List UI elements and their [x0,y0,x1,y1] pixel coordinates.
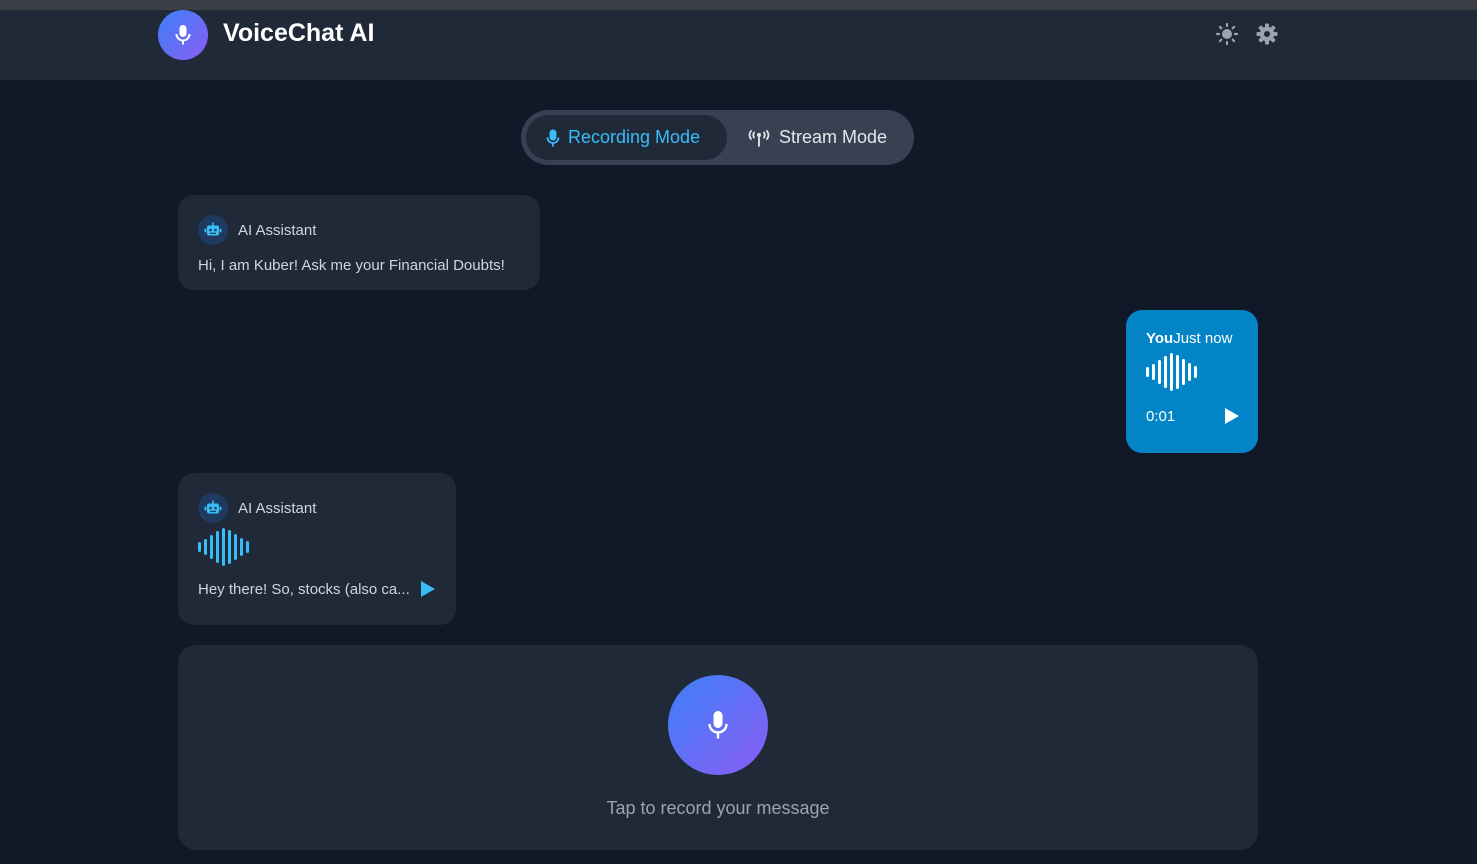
waveform-bar [204,539,207,555]
waveform-bar [228,530,231,564]
mode-toggle: Recording Mode Stream Mode [521,110,914,165]
robot-icon [198,215,228,245]
gear-icon[interactable] [1255,22,1279,46]
sun-icon[interactable] [1215,22,1239,46]
waveform-bar [216,531,219,563]
waveform-bar [198,542,201,552]
waveform-bar [1152,364,1155,380]
sender-name: AI Assistant [238,221,317,239]
waveform-bar [1194,366,1197,378]
recorder-panel: Tap to record your message [178,645,1258,850]
broadcast-tower-icon [748,129,770,147]
waveform-bar [1158,360,1161,384]
record-hint: Tap to record your message [606,798,830,818]
user-audio-message: YouJust now 0:01 [1126,310,1258,453]
record-button[interactable] [668,675,768,775]
waveform-bar [1164,356,1167,388]
waveform-bar [1170,353,1173,391]
stream-mode-button[interactable]: Stream Mode [741,115,906,160]
message-text: Hi, I am Kuber! Ask me your Financial Do… [198,257,505,274]
app-header: VoiceChat AI [0,10,1477,80]
app-title: VoiceChat AI [223,19,375,47]
waveform-bar [210,535,213,559]
waveform-bar [1182,359,1185,385]
app-logo [158,10,208,60]
waveform-bar [222,528,225,566]
microphone-icon [175,25,191,45]
microphone-icon [546,129,560,146]
message-timestamp: Just now [1173,330,1233,347]
ai-message: AI Assistant Hi, I am Kuber! Ask me your… [178,195,540,290]
play-icon[interactable] [420,580,436,598]
stream-mode-label: Stream Mode [779,127,888,147]
microphone-icon [708,711,728,739]
waveform-bar [240,538,243,556]
audio-waveform [1146,353,1238,391]
audio-duration: 0:01 [1146,407,1176,425]
robot-icon [198,493,228,523]
sender-name: AI Assistant [238,499,317,517]
sender-name: You [1146,330,1174,347]
message-text: Hey there! So, stocks (also ca... [198,580,410,598]
ai-audio-message: AI Assistant Hey there! So, stocks (also… [178,473,456,625]
waveform-bar [1188,363,1191,381]
waveform-bar [1176,355,1179,389]
waveform-bar [234,534,237,560]
play-icon[interactable] [1224,407,1240,425]
recording-mode-label: Recording Mode [568,127,701,147]
recording-mode-button[interactable]: Recording Mode [526,115,727,160]
waveform-bar [1146,367,1149,377]
user-message-header: YouJust now [1146,330,1238,347]
audio-waveform [198,528,436,566]
window-top-strip [0,0,1477,10]
waveform-bar [246,541,249,553]
